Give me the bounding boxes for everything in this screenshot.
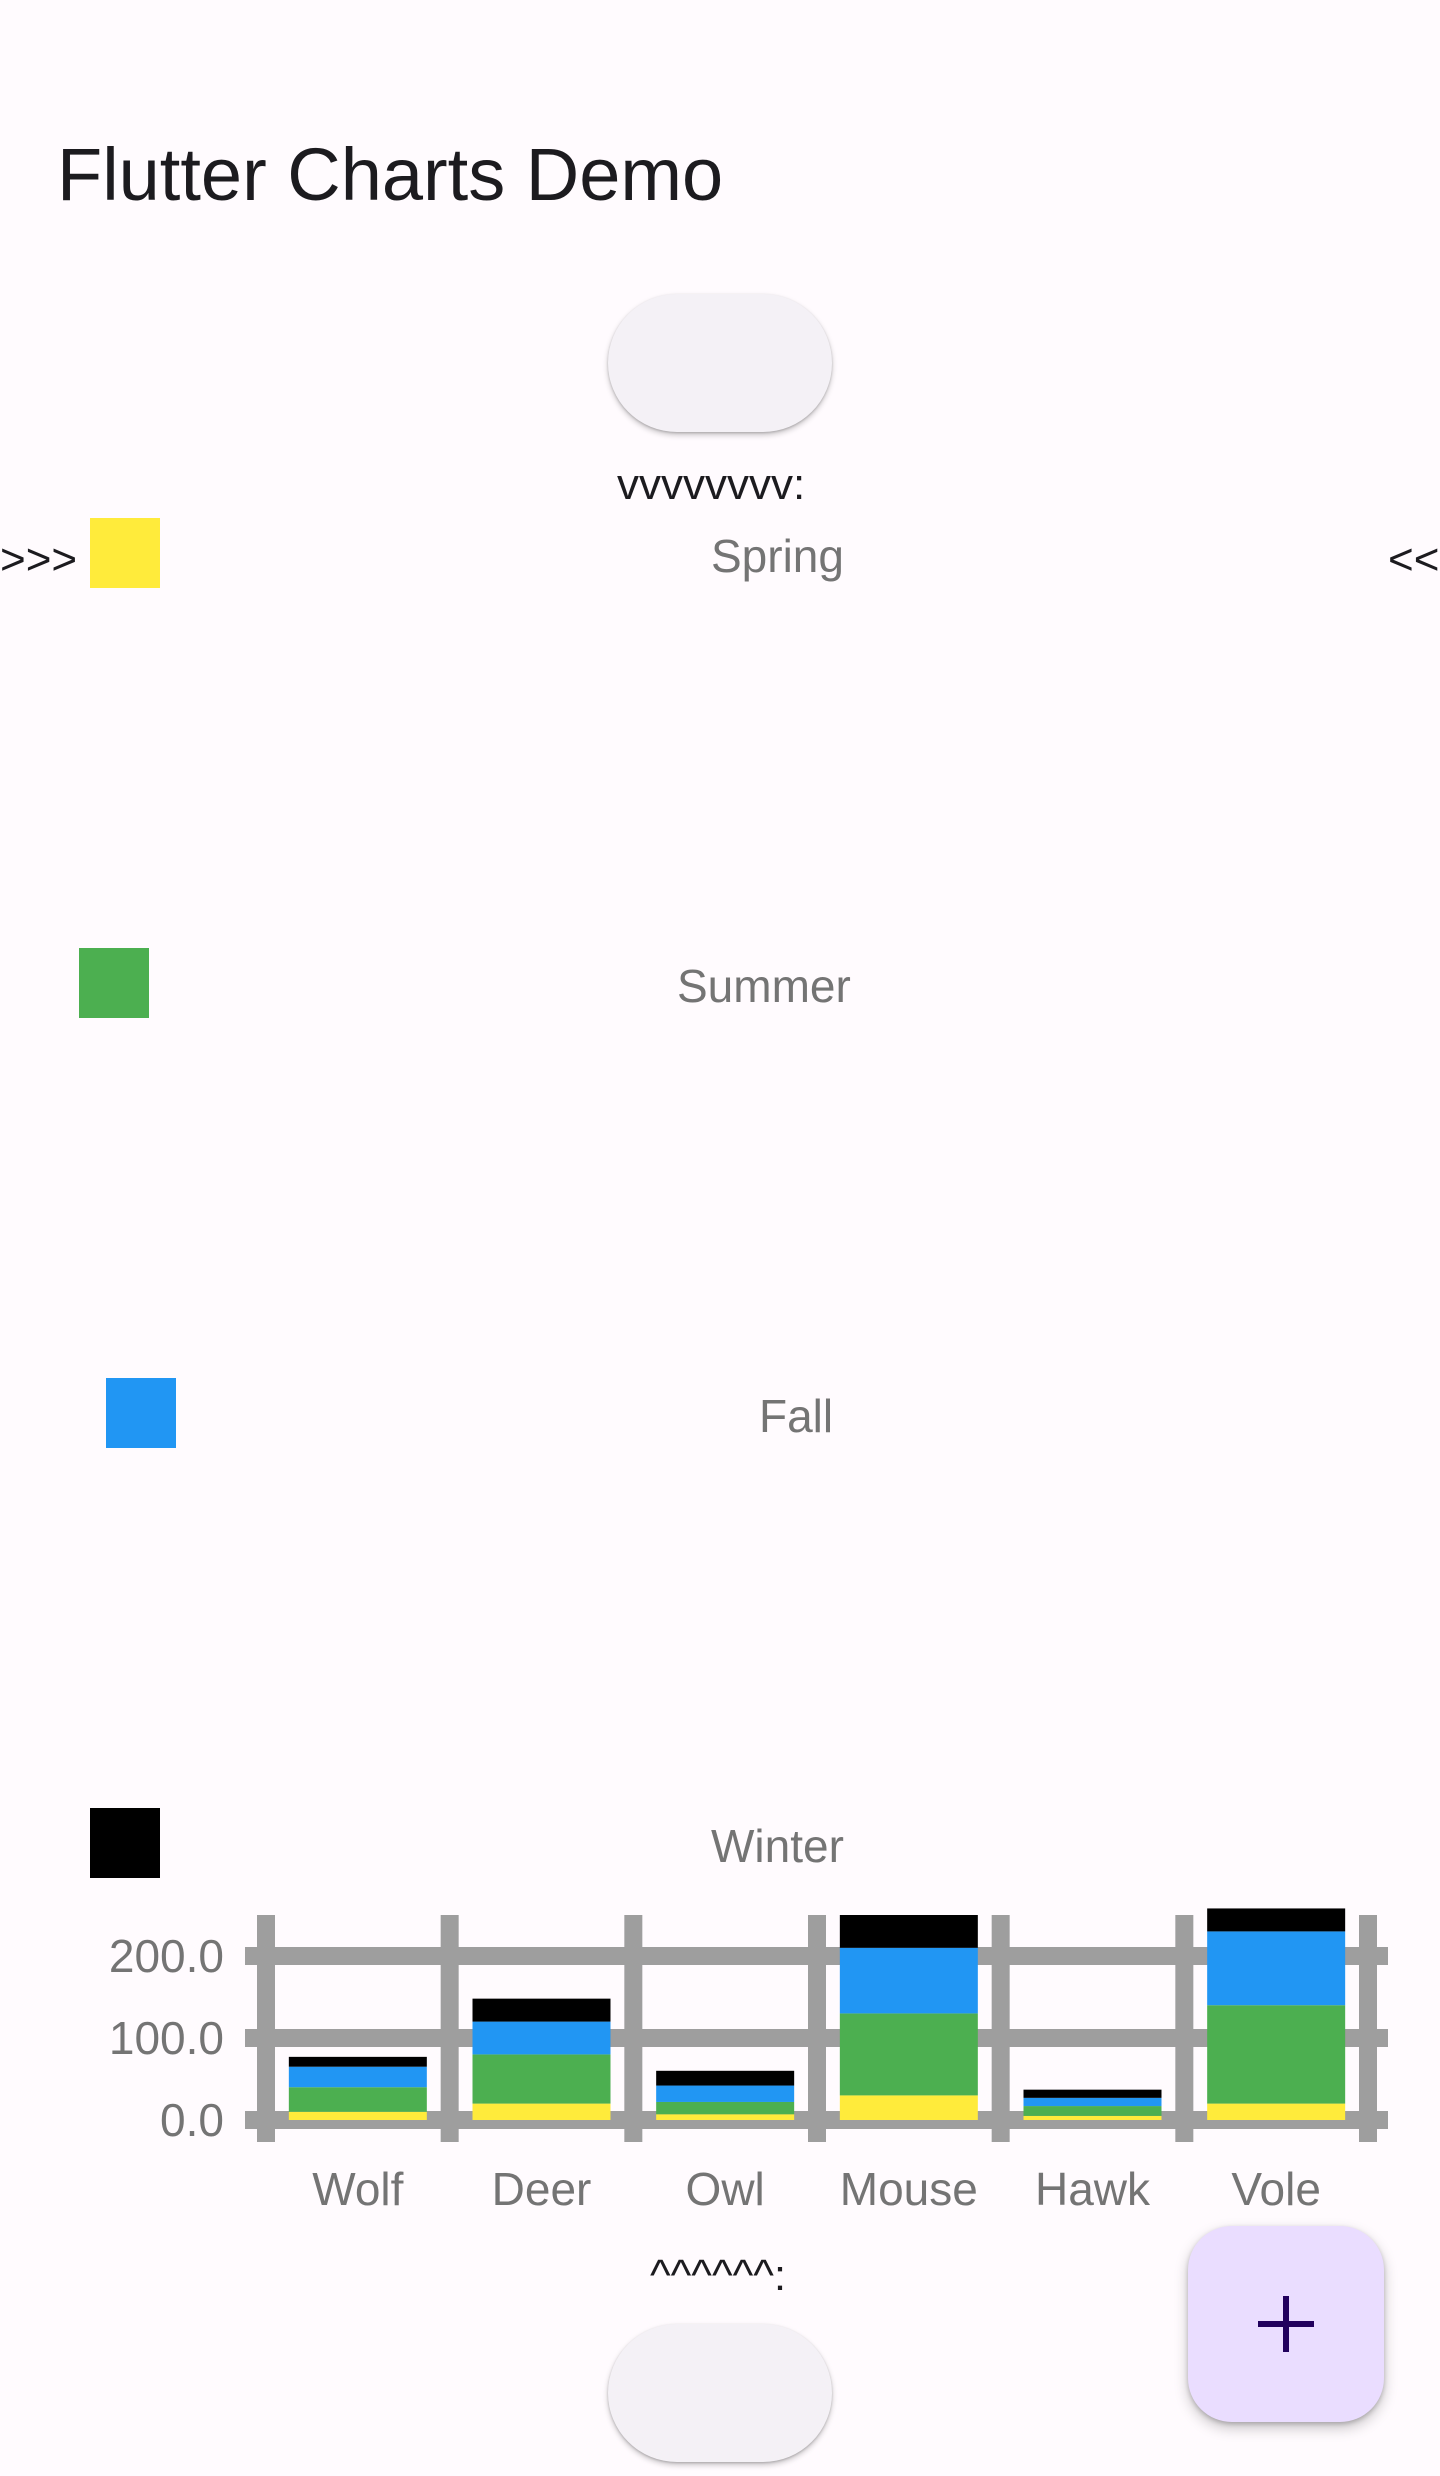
app-title: Flutter Charts Demo [57, 133, 724, 216]
bar-segment-winter [288, 2056, 427, 2067]
top-pill-button[interactable] [608, 294, 832, 432]
y-axis-labels: 0.0 100.0 200.0 [109, 1930, 224, 2146]
x-tick-label: Vole [1231, 2163, 1321, 2215]
bar-segment-fall [472, 2021, 611, 2055]
bottom-marker: ^^^^^^: [650, 2251, 787, 2300]
right-marker: << [1388, 535, 1440, 584]
bar-segment-winter [839, 1915, 978, 1948]
bar-segment-fall [1207, 1931, 1346, 2006]
legend-label-spring: Spring [711, 530, 844, 582]
x-tick-label: Wolf [312, 2163, 403, 2215]
bar-segment-fall [656, 2085, 795, 2102]
legend-swatch-spring [90, 518, 160, 588]
bar-segment-winter [656, 2070, 795, 2086]
legend-swatch-fall [106, 1378, 176, 1448]
y-tick-label: 0.0 [160, 2094, 224, 2146]
legend-label-summer: Summer [677, 960, 851, 1012]
bar-segment-summer [839, 2013, 978, 2096]
y-tick-label: 200.0 [109, 1930, 224, 1982]
top-marker: vvvvvvvv: [617, 460, 806, 509]
x-tick-label: Owl [686, 2163, 765, 2215]
bar-segment-spring [839, 2095, 978, 2120]
bar-segment-summer [656, 2101, 795, 2115]
bar-segment-winter [1207, 1908, 1346, 1932]
bar-segment-winter [1023, 2089, 1162, 2098]
stacked-bar-chart: 0.0 100.0 200.0 Wolf Deer Owl Mouse Hawk… [109, 1908, 1388, 2215]
legend-swatch-winter [90, 1808, 160, 1878]
bottom-pill-button[interactable] [608, 2324, 832, 2462]
legend-swatch-summer [79, 948, 149, 1018]
y-tick-label: 100.0 [109, 2012, 224, 2064]
bar-segment-spring [472, 2103, 611, 2120]
bar-segment-fall [288, 2066, 427, 2088]
bar-segment-summer [472, 2054, 611, 2104]
bar-segment-spring [656, 2114, 795, 2120]
bar-segment-summer [1023, 2106, 1162, 2116]
bar-segment-fall [839, 1947, 978, 2014]
bar-segment-spring [1207, 2103, 1346, 2120]
left-marker: >>> [0, 535, 78, 584]
x-tick-label: Hawk [1035, 2163, 1151, 2215]
x-tick-label: Deer [492, 2163, 592, 2215]
add-fab-button[interactable] [1188, 2226, 1384, 2422]
bar-segment-spring [288, 2111, 427, 2120]
bar-segment-spring [1023, 2115, 1162, 2120]
x-axis-labels: Wolf Deer Owl Mouse Hawk Vole [312, 2163, 1321, 2215]
bar-segment-summer [288, 2087, 427, 2112]
bar-segment-winter [472, 1998, 611, 2022]
bar-segment-summer [1207, 2005, 1346, 2104]
plus-icon [1258, 2296, 1314, 2352]
legend-label-fall: Fall [759, 1390, 834, 1442]
x-tick-label: Mouse [840, 2163, 978, 2215]
bar-segment-fall [1023, 2097, 1162, 2107]
legend-label-winter: Winter [711, 1820, 844, 1872]
